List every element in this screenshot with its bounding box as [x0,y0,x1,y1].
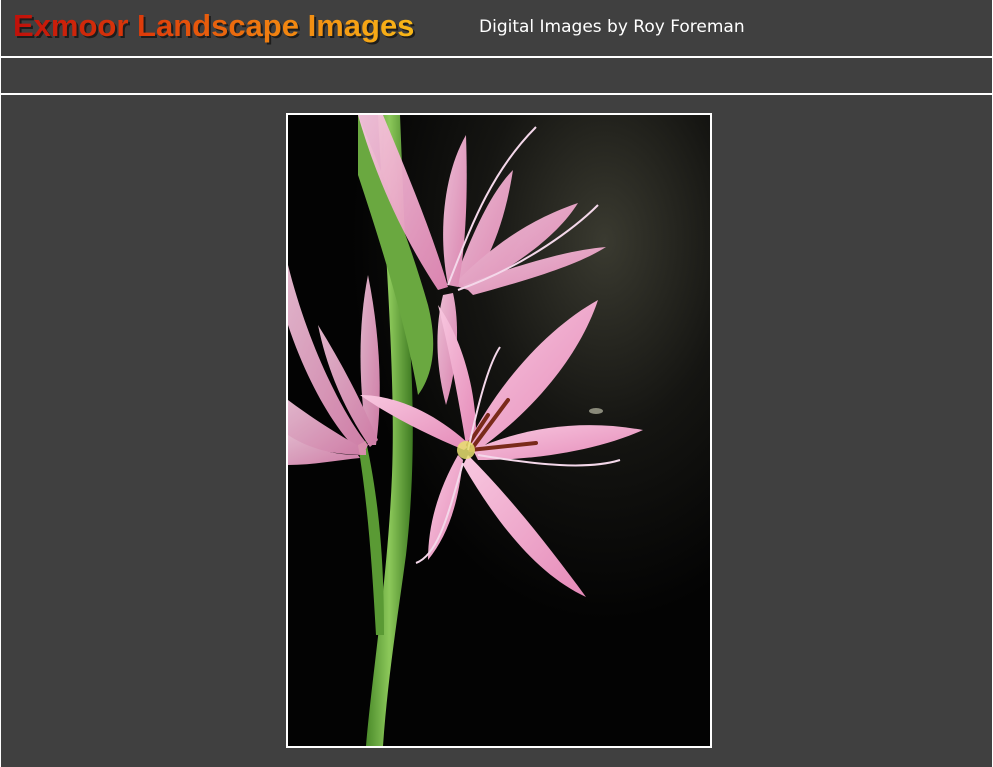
site-header: Exmoor Landscape Images Exmoor Landscape… [1,0,992,58]
featured-photo[interactable] [286,113,712,748]
page: Exmoor Landscape Images Exmoor Landscape… [0,0,993,767]
site-subtitle: Digital Images by Roy Foreman [479,17,745,37]
site-title[interactable]: Exmoor Landscape Images [13,8,414,44]
flower-photo-image [288,115,710,746]
navigation-bar [1,58,992,95]
